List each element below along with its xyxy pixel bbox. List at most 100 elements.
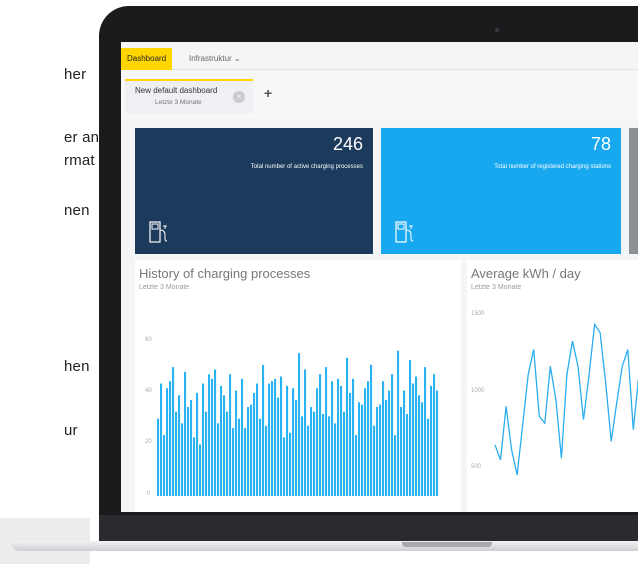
- bar: [169, 381, 172, 496]
- bar: [241, 378, 244, 496]
- bar: [211, 378, 214, 496]
- bar: [421, 402, 424, 496]
- laptop-notch: [402, 542, 492, 547]
- bar: [424, 367, 427, 496]
- bar: [196, 392, 199, 496]
- bar: [295, 399, 298, 496]
- charging-station-icon: [149, 221, 168, 243]
- bar: [325, 367, 328, 496]
- bar: [328, 416, 331, 496]
- marketing-text-fragment: her: [64, 66, 87, 83]
- bar: [304, 369, 307, 496]
- bar: [262, 364, 265, 496]
- dashboard-tab[interactable]: New default dashboard Letzte 3 Monate ×: [125, 79, 253, 113]
- bar: [355, 435, 358, 496]
- marketing-text-fragment: ur: [64, 422, 78, 439]
- marketing-text-fragment: er an: [64, 129, 100, 146]
- tab-infrastruktur[interactable]: Infrastruktur ⌄: [189, 48, 241, 70]
- bar: [157, 418, 160, 496]
- bar: [226, 411, 229, 496]
- bar: [394, 435, 397, 496]
- bar: [235, 390, 238, 496]
- laptop-screen: Dashboard Infrastruktur ⌄ New default da…: [121, 42, 638, 512]
- bar: [346, 357, 349, 496]
- avg-kwh-line-chart: [494, 322, 638, 476]
- bar: [214, 369, 217, 496]
- bar: [238, 418, 241, 496]
- bar: [274, 378, 277, 496]
- bar: [376, 406, 379, 496]
- bar: [244, 428, 247, 496]
- bar: [373, 425, 376, 496]
- close-icon[interactable]: ×: [233, 91, 245, 103]
- bar: [178, 395, 181, 496]
- bar: [205, 411, 208, 496]
- bar: [307, 425, 310, 496]
- top-nav: Dashboard Infrastruktur ⌄: [121, 42, 638, 70]
- bar: [229, 374, 232, 496]
- bar: [289, 432, 292, 496]
- bar: [364, 388, 367, 496]
- stage: her er an rmat nen hen ur Dashboard Infr…: [0, 0, 638, 564]
- kpi-card-registered-stations[interactable]: 78 Total number of registered charging s…: [381, 128, 621, 254]
- dashboard-tab-subtitle: Letzte 3 Monate: [155, 99, 202, 106]
- laptop-bezel-bottom: [99, 515, 638, 543]
- bar: [220, 385, 223, 496]
- bar: [406, 414, 409, 496]
- bar: [166, 388, 169, 496]
- bar: [283, 437, 286, 496]
- bar: [175, 411, 178, 496]
- bar: [256, 383, 259, 496]
- bar: [388, 390, 391, 496]
- bar: [310, 406, 313, 496]
- bar: [334, 423, 337, 496]
- bar: [199, 444, 202, 496]
- bar: [313, 411, 316, 496]
- bar: [331, 381, 334, 496]
- tab-dashboard[interactable]: Dashboard: [121, 48, 173, 70]
- bar: [250, 404, 253, 496]
- bar: [181, 423, 184, 496]
- bar: [160, 383, 163, 496]
- bar: [208, 374, 211, 496]
- bar: [352, 378, 355, 496]
- kpi-card-partial[interactable]: [629, 128, 638, 254]
- chevron-down-icon: ⌄: [233, 54, 241, 63]
- bar: [337, 378, 340, 496]
- bar: [427, 418, 430, 496]
- bar: [259, 418, 262, 496]
- bar: [202, 383, 205, 496]
- marketing-text-fragment: nen: [64, 202, 90, 219]
- kpi-label: Total number of registered charging stat…: [494, 164, 611, 170]
- bar: [277, 397, 280, 496]
- bar: [217, 423, 220, 496]
- series-line: [494, 322, 638, 476]
- kpi-card-active-processes[interactable]: 246 Total number of active charging proc…: [135, 128, 373, 254]
- bar: [193, 437, 196, 496]
- bar: [361, 404, 364, 496]
- bar: [184, 371, 187, 496]
- bar: [187, 406, 190, 496]
- bar: [430, 385, 433, 496]
- bar: [397, 350, 400, 496]
- bar: [367, 381, 370, 496]
- bar: [286, 385, 289, 496]
- bar: [271, 381, 274, 496]
- laptop-base: [10, 541, 638, 551]
- bar: [379, 404, 382, 496]
- charging-station-icon: [395, 221, 414, 243]
- plus-icon[interactable]: +: [264, 85, 272, 101]
- marketing-text-fragment: rmat: [64, 152, 95, 169]
- bar: [385, 399, 388, 496]
- bar: [391, 374, 394, 496]
- bar: [409, 360, 412, 496]
- bar: [319, 374, 322, 496]
- bar: [265, 425, 268, 496]
- tab-infrastruktur-label: Infrastruktur: [189, 54, 232, 63]
- bar: [163, 435, 166, 496]
- bar: [358, 402, 361, 496]
- bar: [253, 392, 256, 496]
- bar: [400, 406, 403, 496]
- bar: [433, 374, 436, 496]
- history-bar-chart: [157, 350, 439, 496]
